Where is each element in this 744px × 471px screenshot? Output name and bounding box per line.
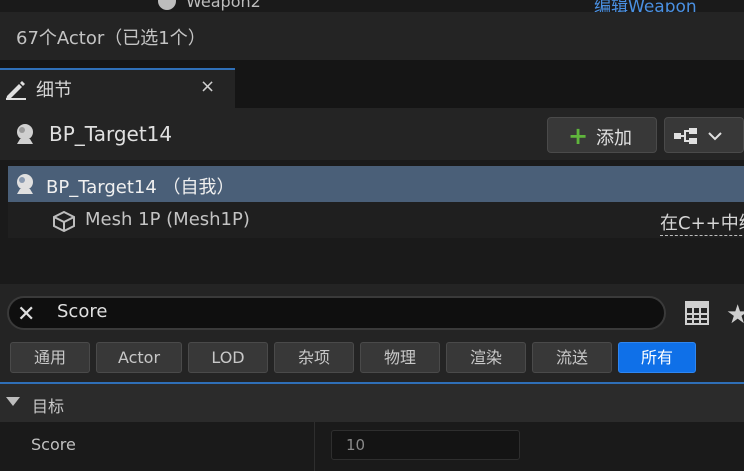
component-row-self[interactable]: BP_Target14 （自我） [8,166,744,202]
property-row: Score 10 [0,422,744,471]
component-label: Mesh 1P (Mesh1P) [85,209,250,230]
outliner-partial-row: Weapon2 编辑Weapon [0,0,744,12]
clear-search-icon[interactable]: ✕ [17,302,35,327]
property-name: Score [31,435,76,454]
component-label: BP_Target14 （自我） [46,177,235,198]
category-label: 目标 [32,397,65,416]
actor-name: BP_Target14 [49,122,173,146]
blueprint-hierarchy-icon [674,128,697,144]
chevron-down-icon [708,132,722,141]
add-button-label: 添加 [596,128,632,149]
tab-details[interactable]: 细节 × [0,68,235,108]
plus-icon: + [568,122,589,150]
filter-button[interactable]: 流送 [532,342,612,373]
category-header[interactable]: 目标 [0,384,744,422]
filter-button[interactable]: 通用 [10,342,90,373]
filter-button[interactable]: LOD [188,342,268,373]
star-icon[interactable]: ★ [726,300,744,330]
edit-in-cpp-link[interactable]: 在C++中编 [660,209,744,236]
outliner-item-label[interactable]: Weapon2 [186,0,261,11]
actor-icon [158,0,176,10]
blueprint-options-button[interactable] [664,117,744,153]
add-component-button[interactable]: + 添加 [547,117,657,153]
actor-icon [17,174,33,194]
details-search-input[interactable]: ✕ Score [7,296,666,330]
search-value: Score [57,301,108,322]
outliner-status-bar: 67个Actor（已选1个） [0,12,744,60]
collapse-caret-icon[interactable] [6,397,20,406]
close-icon[interactable]: × [200,76,215,97]
filter-button[interactable]: Actor [96,342,182,373]
component-row-mesh[interactable]: Mesh 1P (Mesh1P) 在C++中编 [8,202,744,238]
details-panel: BP_Target14 + 添加 BP_Target14 （自我） Mesh 1… [0,108,744,471]
filter-button[interactable]: 渲染 [446,342,526,373]
column-splitter[interactable] [314,422,315,471]
filter-button[interactable]: 物理 [360,342,440,373]
component-tree: BP_Target14 （自我） Mesh 1P (Mesh1P) 在C++中编 [0,160,744,284]
actor-header: BP_Target14 + 添加 [0,108,744,160]
property-value-field[interactable]: 10 [331,430,520,460]
actor-icon [17,124,33,144]
panel-tab-bar: 细节 × [0,60,744,108]
filter-button-active[interactable]: 所有 [618,342,696,373]
static-mesh-icon [53,210,75,232]
edit-blueprint-link[interactable]: 编辑Weapon [594,0,697,12]
filter-button[interactable]: 杂项 [274,342,354,373]
tab-label: 细节 [36,80,72,101]
property-matrix-icon[interactable] [685,301,709,325]
pencil-icon [6,81,26,100]
actor-count-label: 67个Actor（已选1个） [16,28,206,49]
